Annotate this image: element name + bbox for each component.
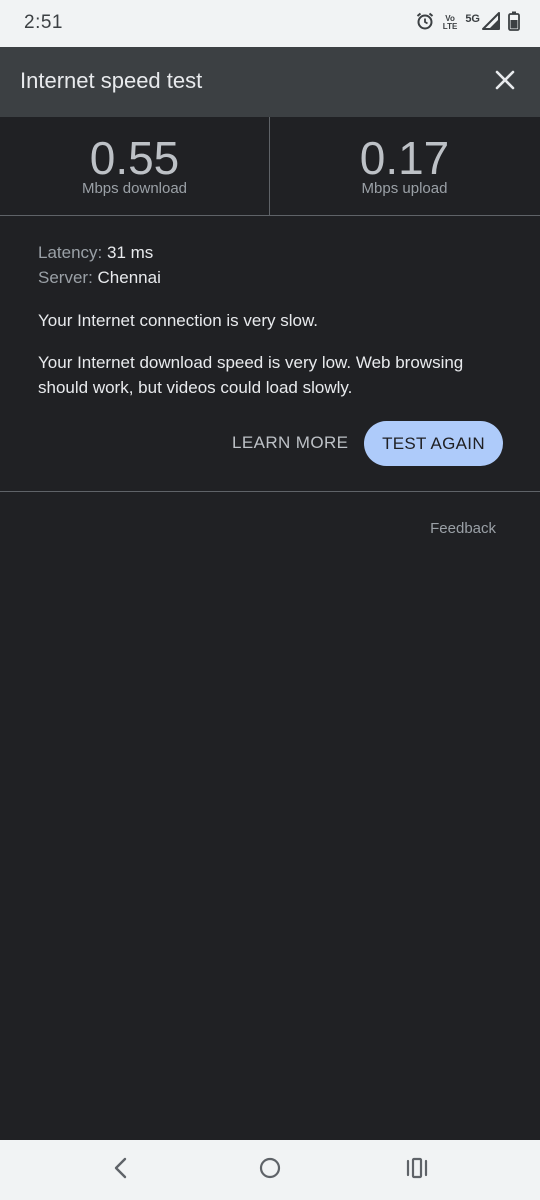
- server-key: Server:: [38, 268, 93, 287]
- back-icon: [111, 1156, 131, 1185]
- latency-key: Latency:: [38, 243, 103, 262]
- dialog-header: Internet speed test: [0, 47, 540, 117]
- test-details: Latency: 31 ms Server: Chennai Your Inte…: [38, 240, 508, 397]
- download-value: 0.55: [89, 132, 180, 184]
- latency-value: 31 ms: [107, 243, 154, 262]
- recents-button[interactable]: [397, 1150, 437, 1190]
- status-icons: Vo LTE 5G: [415, 11, 520, 36]
- status-bar: 2:51 Vo LTE 5G: [0, 0, 540, 47]
- upload-label: Mbps upload: [361, 180, 448, 197]
- close-icon: [495, 70, 515, 95]
- download-result: 0.55 Mbps download: [0, 117, 270, 215]
- network-type: 5G: [465, 13, 480, 25]
- battery-icon: [508, 11, 520, 36]
- server-line: Server: Chennai: [38, 265, 508, 290]
- latency-line: Latency: 31 ms: [38, 240, 508, 265]
- feedback-link[interactable]: Feedback: [430, 520, 496, 537]
- learn-more-button[interactable]: LEARN MORE: [222, 424, 358, 462]
- alarm-icon: [415, 11, 435, 36]
- server-value: Chennai: [97, 268, 161, 287]
- upload-result: 0.17 Mbps upload: [270, 117, 539, 215]
- speed-results: 0.55 Mbps download 0.17 Mbps upload: [0, 117, 540, 216]
- close-button[interactable]: [488, 65, 522, 99]
- back-button[interactable]: [101, 1150, 141, 1190]
- dialog-title: Internet speed test: [20, 68, 203, 93]
- home-button[interactable]: [250, 1150, 290, 1190]
- download-label: Mbps download: [81, 180, 188, 197]
- home-icon: [258, 1156, 282, 1185]
- status-time: 2:51: [24, 12, 63, 33]
- volte-icon: Vo LTE: [443, 15, 458, 31]
- test-again-button[interactable]: TEST AGAIN: [364, 421, 503, 466]
- volte-line2: LTE: [442, 22, 458, 31]
- download-message: Your Internet download speed is very low…: [38, 353, 464, 397]
- connection-message: Your Internet connection is very slow.: [38, 311, 319, 330]
- navigation-bar: [0, 1140, 540, 1200]
- signal-icon: [482, 11, 500, 35]
- divider: [0, 491, 540, 492]
- recents-icon: [405, 1157, 429, 1184]
- upload-value: 0.17: [359, 132, 450, 184]
